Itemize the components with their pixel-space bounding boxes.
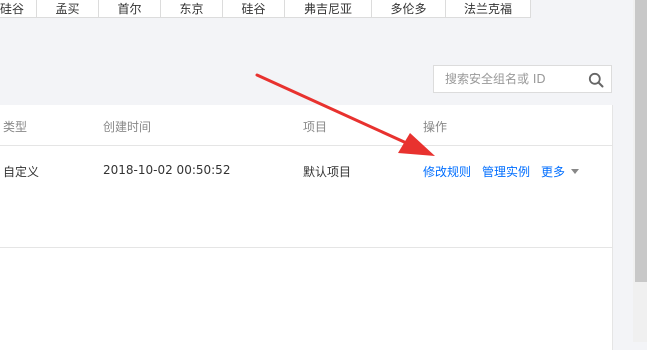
region-tab-label: 多伦多 xyxy=(390,2,427,16)
region-tab-label: 首尔 xyxy=(117,2,142,16)
region-tab[interactable]: 孟买 xyxy=(36,0,99,18)
header-actions: 操作 xyxy=(423,120,448,134)
modify-rules-link[interactable]: 修改规则 xyxy=(423,165,471,179)
header-created-time: 创建时间 xyxy=(103,120,152,134)
region-tab[interactable]: 东京 xyxy=(160,0,223,18)
more-dropdown[interactable]: 更多 xyxy=(541,163,580,180)
region-tabs: 硅谷 孟买 首尔 东京 硅谷 弗吉尼亚 多伦多 法兰克福 xyxy=(0,0,531,19)
table-header: 类型 创建时间 项目 操作 xyxy=(0,105,612,146)
scrollbar-thumb[interactable] xyxy=(635,0,647,282)
search-input[interactable] xyxy=(445,72,585,86)
caret-down-icon xyxy=(571,169,580,174)
manage-instances-link[interactable]: 管理实例 xyxy=(482,165,530,179)
more-label: 更多 xyxy=(541,165,566,179)
region-tab-label: 弗吉尼亚 xyxy=(303,2,352,16)
region-tab-label: 东京 xyxy=(179,2,204,16)
table-row: 自定义 2018-10-02 00:50:52 默认项目 修改规则 管理实例 更多 xyxy=(0,146,612,248)
search-icon[interactable] xyxy=(588,72,604,88)
cell-created-time: 2018-10-02 00:50:52 xyxy=(103,163,231,177)
security-group-table: 类型 创建时间 项目 操作 自定义 2018-10-02 00:50:52 默认… xyxy=(0,105,613,350)
region-tab[interactable]: 多伦多 xyxy=(371,0,446,18)
header-type: 类型 xyxy=(3,120,28,134)
region-tab[interactable]: 硅谷 xyxy=(222,0,285,18)
search-box xyxy=(433,65,612,93)
region-tab[interactable]: 法兰克福 xyxy=(445,0,531,18)
region-tab[interactable]: 首尔 xyxy=(98,0,161,18)
region-tab-label: 硅谷 xyxy=(241,2,266,16)
region-tab[interactable]: 弗吉尼亚 xyxy=(284,0,372,18)
header-project: 项目 xyxy=(303,120,328,134)
region-tab-label: 硅谷 xyxy=(0,2,24,16)
region-tab-label: 法兰克福 xyxy=(463,2,512,16)
cell-actions: 修改规则 管理实例 更多 xyxy=(423,163,580,180)
cell-type: 自定义 xyxy=(3,165,40,179)
region-tab[interactable]: 硅谷 xyxy=(0,0,37,18)
cell-project: 默认项目 xyxy=(303,165,352,179)
region-tab-label: 孟买 xyxy=(55,2,80,16)
